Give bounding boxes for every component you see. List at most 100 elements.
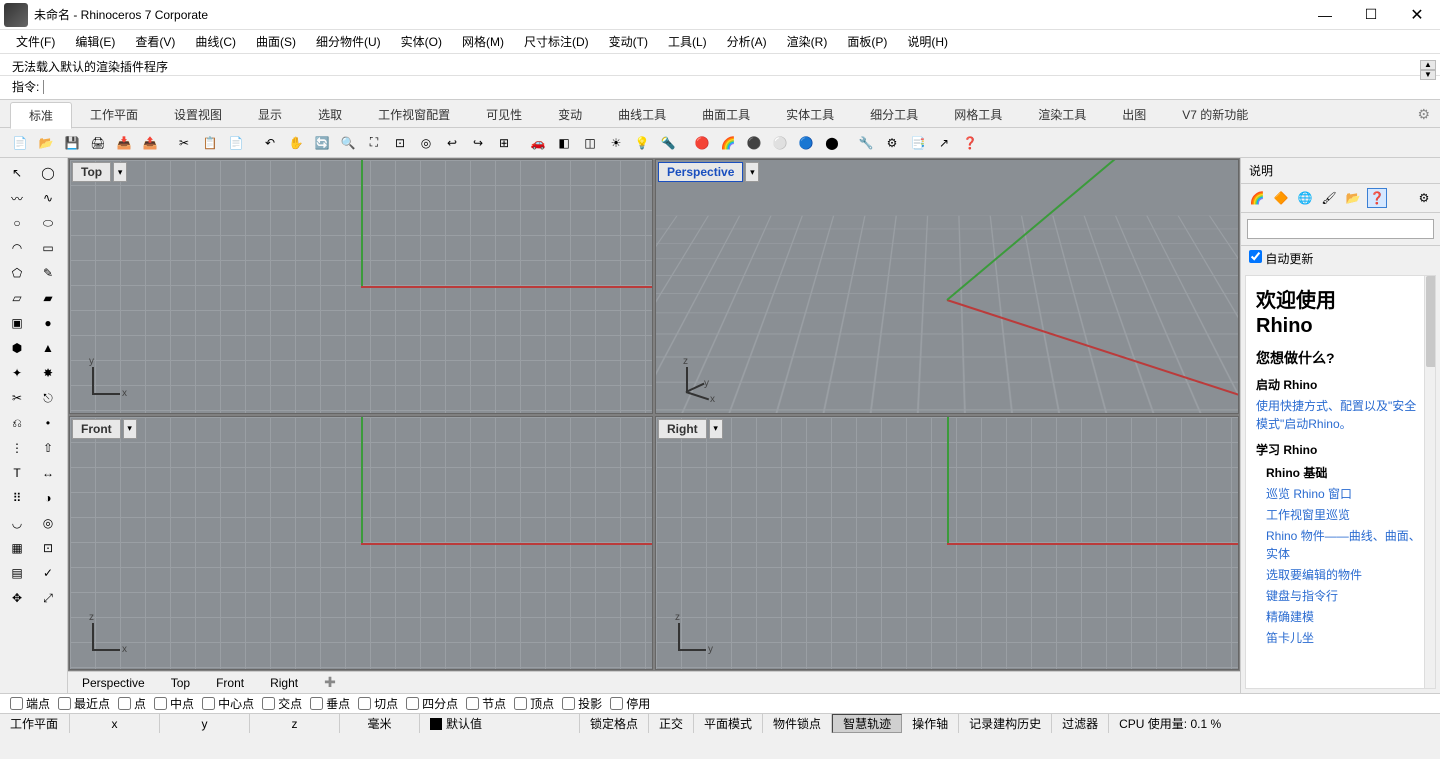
menu-file[interactable]: 文件(F) (12, 31, 59, 52)
viewport-tab[interactable]: Top (165, 674, 196, 692)
options-icon[interactable]: 🔧 (854, 131, 878, 155)
viewport-tab[interactable]: Right (264, 674, 304, 692)
viewport-front[interactable]: Front ▾ z x (69, 416, 653, 671)
menu-subd[interactable]: 细分物件(U) (312, 31, 385, 52)
zoom-window-icon[interactable]: ⛶ (362, 131, 386, 155)
panel-gear-icon[interactable]: ⚙ (1414, 188, 1434, 208)
rotate-icon[interactable]: 🔄 (310, 131, 334, 155)
osnap-vertex[interactable]: 顶点 (514, 695, 554, 712)
help-link[interactable]: Rhino 物件——曲线、曲面、实体 (1266, 527, 1425, 563)
named-views-icon[interactable]: ◫ (578, 131, 602, 155)
osnap-tan[interactable]: 切点 (358, 695, 398, 712)
surface-plane-icon[interactable]: ▱ (3, 286, 31, 310)
undo-view-icon[interactable]: ↩ (440, 131, 464, 155)
help-link[interactable]: 笛卡儿坐 (1266, 629, 1425, 647)
viewport-title[interactable]: Perspective (658, 162, 743, 182)
save-icon[interactable]: 💾 (60, 131, 84, 155)
osnap-int[interactable]: 交点 (262, 695, 302, 712)
undo-icon[interactable]: ↶ (258, 131, 282, 155)
viewport-dropdown-icon[interactable]: ▾ (113, 162, 127, 182)
text-icon[interactable]: T (3, 461, 31, 485)
rendered-icon[interactable]: 🔵 (794, 131, 818, 155)
help-link[interactable]: 巡览 Rhino 窗口 (1266, 485, 1425, 503)
box-icon[interactable]: ▣ (3, 311, 31, 335)
status-osnap[interactable]: 物件锁点 (763, 714, 832, 733)
status-gridsnap[interactable]: 锁定格点 (580, 714, 649, 733)
zoom-icon[interactable]: 🔍 (336, 131, 360, 155)
dimension-icon[interactable]: ↔ (34, 461, 62, 485)
tab-cplanes[interactable]: 工作平面 (72, 102, 156, 127)
digitize-icon[interactable]: ↗ (932, 131, 956, 155)
tab-display[interactable]: 显示 (240, 102, 300, 127)
grid-tool-icon[interactable]: ▦ (3, 536, 31, 560)
menu-tools[interactable]: 工具(L) (664, 31, 711, 52)
menu-edit[interactable]: 编辑(E) (71, 31, 119, 52)
viewport-title[interactable]: Front (72, 419, 121, 439)
viewport-dropdown-icon[interactable]: ▾ (123, 419, 137, 439)
cone-icon[interactable]: ▲ (34, 336, 62, 360)
export-icon[interactable]: 📤 (138, 131, 162, 155)
move-icon[interactable]: ✥ (3, 586, 31, 610)
point-icon[interactable]: • (34, 411, 62, 435)
osnap-mid[interactable]: 中点 (154, 695, 194, 712)
viewport-tab[interactable]: Perspective (76, 674, 151, 692)
status-filter[interactable]: 过滤器 (1052, 714, 1109, 733)
close-button[interactable]: ✕ (1394, 0, 1440, 30)
status-gumball[interactable]: 操作轴 (902, 714, 959, 733)
check-icon[interactable]: ✓ (34, 561, 62, 585)
materials-icon[interactable]: 🌈 (716, 131, 740, 155)
osnap-end[interactable]: 端点 (10, 695, 50, 712)
polygon-icon[interactable]: ⬠ (3, 261, 31, 285)
start-rhino-link[interactable]: 使用快捷方式、配置以及"安全模式"启动Rhino。 (1256, 397, 1425, 433)
menu-curve[interactable]: 曲线(C) (191, 31, 240, 52)
maximize-button[interactable]: ☐ (1348, 0, 1394, 30)
offset-icon[interactable]: ◎ (34, 511, 62, 535)
cplane-icon[interactable]: ◧ (552, 131, 576, 155)
sun-icon[interactable]: ☀ (604, 131, 628, 155)
folder-icon[interactable]: 📂 (1343, 188, 1363, 208)
viewport-dropdown-icon[interactable]: ▾ (745, 162, 759, 182)
raytraced-icon[interactable]: ⬤ (820, 131, 844, 155)
tab-setview[interactable]: 设置视图 (156, 102, 240, 127)
boolean-icon[interactable]: ◑ (34, 486, 62, 510)
zoom-selected-icon[interactable]: ⊡ (388, 131, 412, 155)
status-cplane[interactable]: 工作平面 (0, 714, 70, 733)
menu-solid[interactable]: 实体(O) (397, 31, 446, 52)
viewport-dropdown-icon[interactable]: ▾ (709, 419, 723, 439)
osnap-knot[interactable]: 节点 (466, 695, 506, 712)
surface-corners-icon[interactable]: ▰ (34, 286, 62, 310)
light-icon[interactable]: 💡 (630, 131, 654, 155)
menu-view[interactable]: 查看(V) (131, 31, 179, 52)
car-icon[interactable]: 🚗 (526, 131, 550, 155)
osnap-project[interactable]: 投影 (562, 695, 602, 712)
brush-icon[interactable]: 🖌 (1319, 188, 1339, 208)
help-link[interactable]: 选取要编辑的物件 (1266, 566, 1425, 584)
tab-standard[interactable]: 标准 (10, 102, 72, 129)
array-icon[interactable]: ⠿ (3, 486, 31, 510)
osnap-cen[interactable]: 中心点 (202, 695, 254, 712)
tab-surface-tools[interactable]: 曲面工具 (684, 102, 768, 127)
control-points-icon[interactable]: ⋮ (3, 436, 31, 460)
pan-icon[interactable]: ✋ (284, 131, 308, 155)
tab-render-tools[interactable]: 渲染工具 (1020, 102, 1104, 127)
help-link[interactable]: 精确建模 (1266, 608, 1425, 626)
osnap-disable[interactable]: 停用 (610, 695, 650, 712)
polyline-icon[interactable]: 〰 (3, 186, 31, 210)
tab-mesh-tools[interactable]: 网格工具 (936, 102, 1020, 127)
import-icon[interactable]: 📥 (112, 131, 136, 155)
tab-transform[interactable]: 变动 (540, 102, 600, 127)
sphere-icon[interactable]: ● (34, 311, 62, 335)
new-icon[interactable]: 📄 (8, 131, 32, 155)
explode-icon[interactable]: ✸ (34, 361, 62, 385)
menu-transform[interactable]: 变动(T) (605, 31, 652, 52)
status-record-history[interactable]: 记录建构历史 (959, 714, 1052, 733)
menu-panels[interactable]: 面板(P) (843, 31, 891, 52)
menu-render[interactable]: 渲染(R) (783, 31, 832, 52)
tab-visibility[interactable]: 可见性 (468, 102, 540, 127)
open-icon[interactable]: 📂 (34, 131, 58, 155)
freeform-icon[interactable]: ✎ (34, 261, 62, 285)
menu-help[interactable]: 说明(H) (903, 31, 952, 52)
circle-icon[interactable]: ○ (3, 211, 31, 235)
viewport-title[interactable]: Right (658, 419, 707, 439)
copy-icon[interactable]: 📋 (198, 131, 222, 155)
